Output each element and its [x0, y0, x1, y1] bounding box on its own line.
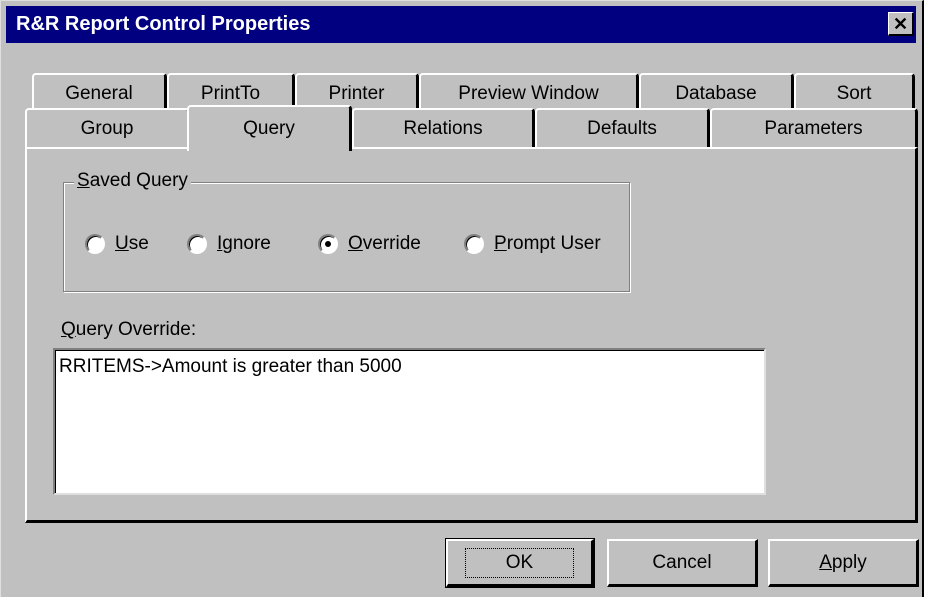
- query-tab-panel: Saved Query Use Ignore Override Prompt U…: [25, 147, 918, 523]
- apply-button[interactable]: Apply: [768, 539, 919, 587]
- saved-query-group: Saved Query Use Ignore Override Prompt U…: [63, 170, 630, 292]
- radio-button-selected-icon[interactable]: [318, 234, 338, 254]
- saved-query-legend: Saved Query: [74, 170, 191, 192]
- radio-label: Prompt User: [494, 233, 601, 254]
- query-override-textarea[interactable]: RRITEMS->Amount is greater than 5000: [53, 348, 766, 495]
- radio-prompt-user[interactable]: Prompt User: [464, 233, 601, 255]
- tab-query[interactable]: Query: [187, 105, 352, 151]
- query-override-label: Query Override:: [61, 319, 197, 340]
- tab-label: Parameters: [764, 118, 863, 139]
- window-title: R&R Report Control Properties: [16, 13, 311, 35]
- radio-button-icon[interactable]: [85, 234, 105, 254]
- tab-database[interactable]: Database: [639, 73, 794, 113]
- radio-dot-icon: [325, 241, 331, 247]
- ok-button[interactable]: OK: [445, 538, 595, 588]
- radio-button-icon[interactable]: [187, 234, 207, 254]
- tab-defaults[interactable]: Defaults: [535, 108, 710, 148]
- radio-override[interactable]: Override: [318, 233, 421, 255]
- radio-use[interactable]: Use: [85, 233, 149, 255]
- tab-label: Relations: [403, 118, 483, 139]
- tab-label: Defaults: [587, 118, 657, 139]
- tab-label: Group: [80, 118, 134, 139]
- apply-button-label: Apply: [819, 551, 867, 573]
- tab-label: General: [65, 83, 133, 104]
- radio-label: Override: [348, 233, 421, 254]
- tab-label: Preview Window: [458, 83, 599, 104]
- tab-parameters[interactable]: Parameters: [710, 108, 918, 148]
- tab-group[interactable]: Group: [25, 108, 190, 148]
- title-bar[interactable]: R&R Report Control Properties ✕: [6, 6, 916, 43]
- cancel-button[interactable]: Cancel: [607, 539, 758, 587]
- tab-label: Database: [675, 83, 757, 104]
- tab-general[interactable]: General: [32, 73, 167, 113]
- properties-dialog: R&R Report Control Properties ✕ General …: [0, 0, 924, 597]
- tab-relations[interactable]: Relations: [352, 108, 535, 148]
- tab-sort[interactable]: Sort: [794, 73, 915, 113]
- radio-ignore[interactable]: Ignore: [187, 233, 271, 255]
- tab-label: Sort: [836, 83, 872, 104]
- tab-label: PrintTo: [200, 83, 261, 104]
- cancel-button-label: Cancel: [652, 551, 712, 573]
- close-button[interactable]: ✕: [888, 12, 914, 36]
- tab-label: Printer: [328, 83, 385, 104]
- tab-preview-window[interactable]: Preview Window: [419, 73, 639, 113]
- radio-label: Ignore: [217, 233, 271, 254]
- close-icon: ✕: [892, 13, 909, 34]
- tab-label: Query: [243, 118, 295, 139]
- radio-label: Use: [115, 233, 149, 254]
- radio-button-icon[interactable]: [464, 234, 484, 254]
- ok-button-label: OK: [464, 547, 575, 578]
